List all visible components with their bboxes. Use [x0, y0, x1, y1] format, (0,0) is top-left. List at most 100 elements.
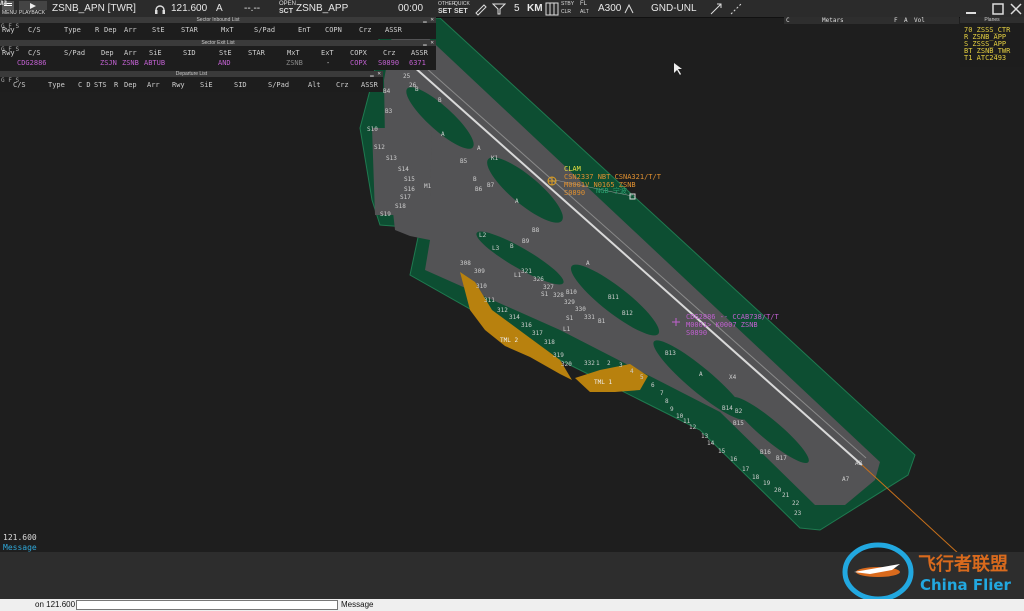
col-header[interactable]: MxT	[287, 49, 300, 57]
radar-map[interactable]	[0, 18, 1024, 552]
metars-tab[interactable]: Metars	[822, 17, 844, 24]
col-header[interactable]: S/Pad	[254, 26, 275, 34]
col-header[interactable]: COPN	[325, 26, 342, 34]
list-item[interactable]: T1 ATC2493	[964, 55, 1006, 62]
quick-set-button[interactable]: SET	[454, 8, 468, 15]
gnd-mode[interactable]: GND-UNL	[651, 0, 697, 17]
col-header[interactable]: SID	[234, 81, 247, 89]
col-header[interactable]: StE	[152, 26, 165, 34]
col-header[interactable]: SiE	[149, 49, 162, 57]
departure-list-title[interactable]: Departure List	[0, 71, 383, 77]
planes-list-title[interactable]: Planes	[960, 17, 1024, 23]
col-header[interactable]: C/S	[28, 26, 41, 34]
taxiway-label: B17	[776, 455, 787, 462]
col-header[interactable]: Rwy	[2, 49, 15, 57]
taxiway-label: M1	[424, 183, 432, 190]
col-header[interactable]: R	[114, 81, 118, 89]
col-header[interactable]: Type	[48, 81, 65, 89]
col-header[interactable]: COPX	[350, 49, 367, 57]
open-sct-button[interactable]: OPEN SCT	[277, 0, 297, 17]
col-header[interactable]: Rwy	[2, 26, 15, 34]
col-header[interactable]: Alt	[308, 81, 321, 89]
col-header[interactable]: Dep	[101, 49, 114, 57]
col-header[interactable]: STAR	[248, 49, 265, 57]
col-header[interactable]: Dep	[124, 81, 137, 89]
pencil-icon[interactable]	[474, 2, 488, 19]
terminal-label: TML 1	[594, 379, 613, 386]
departure-window-controls[interactable]: ▁ ✕	[370, 71, 381, 77]
inbound-window-controls[interactable]: ▁ ✕	[423, 17, 434, 23]
vector-icon[interactable]	[709, 2, 723, 19]
measure-icon[interactable]	[729, 2, 743, 19]
position-name[interactable]: ZSNB_APN [TWR]	[52, 0, 136, 17]
table-row[interactable]: CDG2886 ZSJN ZSNB ABTUB AND ZSNB - COPX …	[0, 59, 436, 67]
exit-window-controls[interactable]: ▁ ✕	[423, 40, 434, 46]
col-header[interactable]: C/S	[13, 81, 26, 89]
close-icon[interactable]: ✕	[430, 39, 434, 46]
right-tab-strip: C Metars F A Vol	[784, 17, 959, 24]
range-value[interactable]: 5	[514, 0, 520, 17]
other-set-button[interactable]: SET	[438, 8, 452, 15]
a-tab[interactable]: A	[904, 17, 908, 24]
col-header[interactable]: Arr	[147, 81, 160, 89]
col-header[interactable]: SID	[183, 49, 196, 57]
exit-row-callsign[interactable]: CDG2886	[17, 59, 47, 67]
f-tab[interactable]: F	[894, 17, 898, 24]
clock: 00:00	[398, 3, 424, 14]
col-header[interactable]: Crz	[383, 49, 396, 57]
col-header[interactable]: Type	[64, 26, 81, 34]
taxiway-label: S14	[398, 166, 409, 173]
col-header[interactable]: SiE	[200, 81, 213, 89]
col-header[interactable]: Crz	[359, 26, 372, 34]
playback-button[interactable]: PLAYBACK	[19, 0, 49, 17]
col-header[interactable]: Dep	[104, 26, 117, 34]
col-header[interactable]: ExT	[321, 49, 334, 57]
col-header[interactable]: R	[95, 26, 99, 34]
minimize-icon[interactable]: ▁	[423, 16, 427, 23]
col-header[interactable]: C/S	[28, 49, 41, 57]
close-icon[interactable]: ✕	[377, 70, 381, 77]
altitude-value[interactable]: A300	[598, 0, 621, 17]
col-header[interactable]: Rwy	[172, 81, 185, 89]
mouse-cursor-icon	[674, 63, 682, 75]
exit-list-title[interactable]: Sector Exit List	[0, 40, 436, 46]
col-header[interactable]: Crz	[336, 81, 349, 89]
taxiway-label: 13	[701, 433, 709, 440]
vol-tab[interactable]: Vol	[914, 17, 925, 24]
taxiway-label: A	[477, 145, 481, 152]
taxiway-label: B13	[665, 350, 676, 357]
grid-icon[interactable]	[545, 2, 559, 19]
col-header[interactable]: S/Pad	[64, 49, 85, 57]
filter-icon[interactable]	[492, 2, 506, 19]
sector-name[interactable]: ZSNB_APP	[296, 0, 348, 17]
fl-alt-button[interactable]: FL ALT	[579, 0, 595, 17]
close-icon[interactable]: ✕	[430, 16, 434, 23]
taxiway-label: 21	[782, 492, 790, 499]
inbound-list-title[interactable]: Sector Inbound List	[0, 17, 436, 23]
col-header[interactable]: EnT	[298, 26, 311, 34]
minimize-icon[interactable]: ▁	[423, 39, 427, 46]
col-header[interactable]: ASSR	[361, 81, 378, 89]
stby-clr-button[interactable]: STBY CLR	[560, 0, 578, 17]
col-header[interactable]: ASSR	[411, 49, 428, 57]
col-header[interactable]: C D	[78, 81, 91, 89]
col-header[interactable]: S/Pad	[268, 81, 289, 89]
range-unit[interactable]: KM	[527, 0, 543, 17]
col-header[interactable]: StE	[219, 49, 232, 57]
c-tab[interactable]: C	[786, 17, 790, 24]
taxiway-label: 1	[596, 360, 600, 367]
quick-set-buttons[interactable]: OTHER QUICK SET SET	[438, 0, 472, 17]
watermark-text-cn: 飞行者联盟	[918, 554, 1008, 575]
taxiway-label: 330	[575, 306, 586, 313]
col-header[interactable]: STAR	[181, 26, 198, 34]
taxiway-label: 31	[0, 0, 8, 7]
taxiway-label: 7	[660, 390, 664, 397]
col-header[interactable]: Arr	[124, 49, 137, 57]
col-header[interactable]: MxT	[221, 26, 234, 34]
frequency-readout[interactable]: 121.600	[171, 0, 207, 17]
command-input[interactable]	[76, 600, 338, 610]
minimize-icon[interactable]: ▁	[370, 70, 374, 77]
col-header[interactable]: STS	[94, 81, 107, 89]
col-header[interactable]: ASSR	[385, 26, 402, 34]
col-header[interactable]: Arr	[124, 26, 137, 34]
